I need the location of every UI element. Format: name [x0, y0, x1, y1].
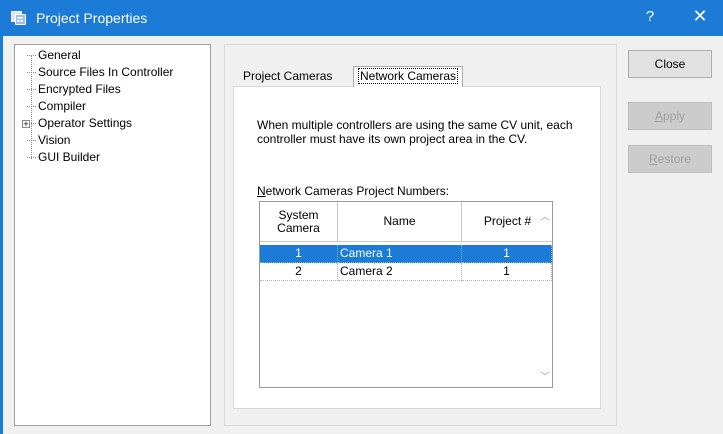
apply-mnemonic: A	[654, 109, 663, 123]
restore-label: estore	[657, 152, 692, 166]
table-row[interactable]: 2 Camera 2 1	[260, 263, 552, 281]
close-button[interactable]: Close	[628, 50, 712, 78]
project-properties-icon	[11, 11, 26, 25]
title-bar[interactable]: Project Properties ? ✕	[0, 0, 723, 36]
apply-label: pply	[663, 109, 686, 123]
tree-item-label: Vision	[38, 133, 71, 147]
camera-project-grid[interactable]: System Camera Name Project # ︿ 1 Camera …	[259, 201, 553, 388]
restore-mnemonic: R	[648, 152, 658, 166]
tree-item-compiler[interactable]: Compiler	[27, 98, 86, 115]
cell-project-number[interactable]: 1	[462, 245, 552, 263]
tree-item-gui-builder[interactable]: GUI Builder	[27, 149, 100, 166]
tree-item-source-files[interactable]: Source Files In Controller	[27, 64, 173, 81]
tab-project-cameras[interactable]: Project Cameras	[238, 67, 337, 87]
cell-name[interactable]: Camera 1	[338, 245, 462, 263]
cell-system-camera[interactable]: 2	[260, 263, 338, 281]
window-title: Project Properties	[36, 10, 148, 26]
cell-name[interactable]: Camera 2	[338, 263, 462, 281]
tree-item-vision[interactable]: Vision	[27, 132, 70, 149]
tree-item-label: Source Files In Controller	[38, 65, 174, 79]
cell-project-number[interactable]: 1	[462, 263, 552, 281]
help-button[interactable]: ?	[640, 8, 660, 25]
description-text: When multiple controllers are using the …	[257, 118, 573, 146]
tree-item-label: Encrypted Files	[38, 82, 121, 96]
tree-item-operator-settings[interactable]: Operator Settings	[27, 115, 132, 132]
grid-label: Network Cameras Project Numbers:	[257, 184, 449, 198]
tab-network-cameras[interactable]: Network Cameras	[353, 66, 464, 87]
tree-item-encrypted-files[interactable]: Encrypted Files	[27, 81, 121, 98]
window-border	[0, 36, 3, 434]
column-header-name[interactable]: Name	[338, 202, 462, 242]
settings-tree[interactable]: General Source Files In Controller Encry…	[14, 44, 211, 426]
tree-item-label: Operator Settings	[38, 116, 133, 130]
apply-button[interactable]: Apply	[628, 102, 712, 130]
restore-button[interactable]: Restore	[628, 145, 712, 173]
scroll-down-icon[interactable]: ﹀	[540, 368, 550, 383]
grid-label-mnemonic: N	[257, 184, 266, 198]
tree-item-general[interactable]: General	[27, 47, 81, 64]
project-properties-dialog: Project Properties ? ✕ General Source Fi…	[0, 0, 723, 434]
tab-label: Network Cameras	[357, 68, 459, 84]
grid-label-text: etwork Cameras Project Numbers:	[265, 184, 450, 198]
tab-label: Project Cameras	[243, 69, 333, 83]
window-close-button[interactable]: ✕	[688, 6, 712, 27]
column-header-system-camera[interactable]: System Camera	[260, 202, 338, 242]
tree-item-label: Compiler	[38, 99, 87, 113]
scroll-up-icon[interactable]: ︿	[540, 208, 550, 223]
tree-item-label: GUI Builder	[38, 150, 101, 164]
table-row[interactable]: 1 Camera 1 1	[260, 245, 552, 263]
cell-system-camera[interactable]: 1	[260, 245, 338, 263]
tree-item-label: General	[38, 48, 81, 62]
